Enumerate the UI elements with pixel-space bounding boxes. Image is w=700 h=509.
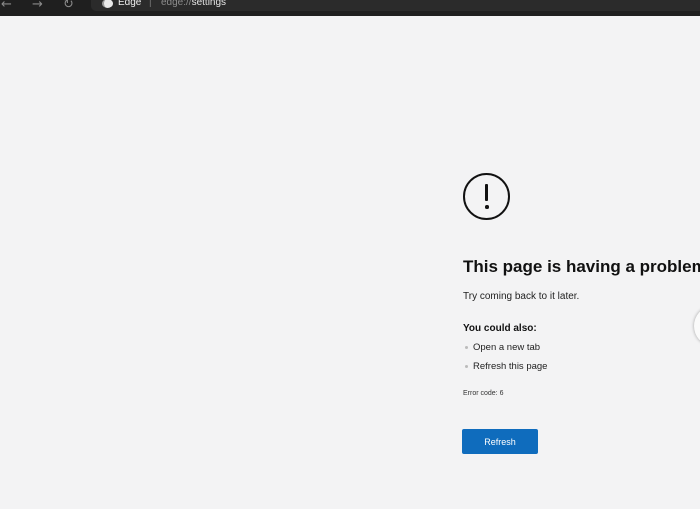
forward-arrow-icon[interactable]: → bbox=[32, 0, 43, 12]
address-bar[interactable]: Edge | edge://settings bbox=[91, 0, 700, 11]
url-prefix: edge:// bbox=[161, 0, 192, 8]
suggestion-refresh-page: Refresh this page bbox=[465, 361, 547, 372]
address-separator: | bbox=[149, 0, 152, 8]
edge-logo-icon bbox=[102, 0, 113, 8]
back-arrow-icon[interactable]: ← bbox=[1, 0, 12, 12]
bullet-icon bbox=[465, 364, 468, 368]
side-panel-button[interactable] bbox=[694, 307, 700, 345]
refresh-button[interactable]: Refresh bbox=[462, 429, 538, 454]
url-text[interactable]: edge://settings bbox=[161, 0, 226, 8]
refresh-icon[interactable]: ↻ bbox=[63, 0, 74, 12]
exclamation-circle-icon bbox=[463, 173, 510, 220]
browser-toolbar: ← → ↻ Edge | edge://settings bbox=[0, 0, 700, 16]
error-title: This page is having a problem bbox=[463, 257, 700, 276]
bullet-icon bbox=[465, 345, 468, 349]
error-subtitle: Try coming back to it later. bbox=[463, 291, 580, 302]
url-path: settings bbox=[191, 0, 227, 8]
suggestion-text: Refresh this page bbox=[473, 361, 548, 372]
suggestions-label: You could also: bbox=[463, 323, 537, 334]
error-code: Error code: 6 bbox=[463, 390, 504, 397]
exclamation-bar bbox=[485, 184, 488, 201]
site-name: Edge bbox=[118, 0, 142, 8]
suggestion-open-new-tab: Open a new tab bbox=[465, 342, 540, 353]
suggestion-text: Open a new tab bbox=[473, 342, 541, 353]
exclamation-dot bbox=[485, 205, 489, 209]
